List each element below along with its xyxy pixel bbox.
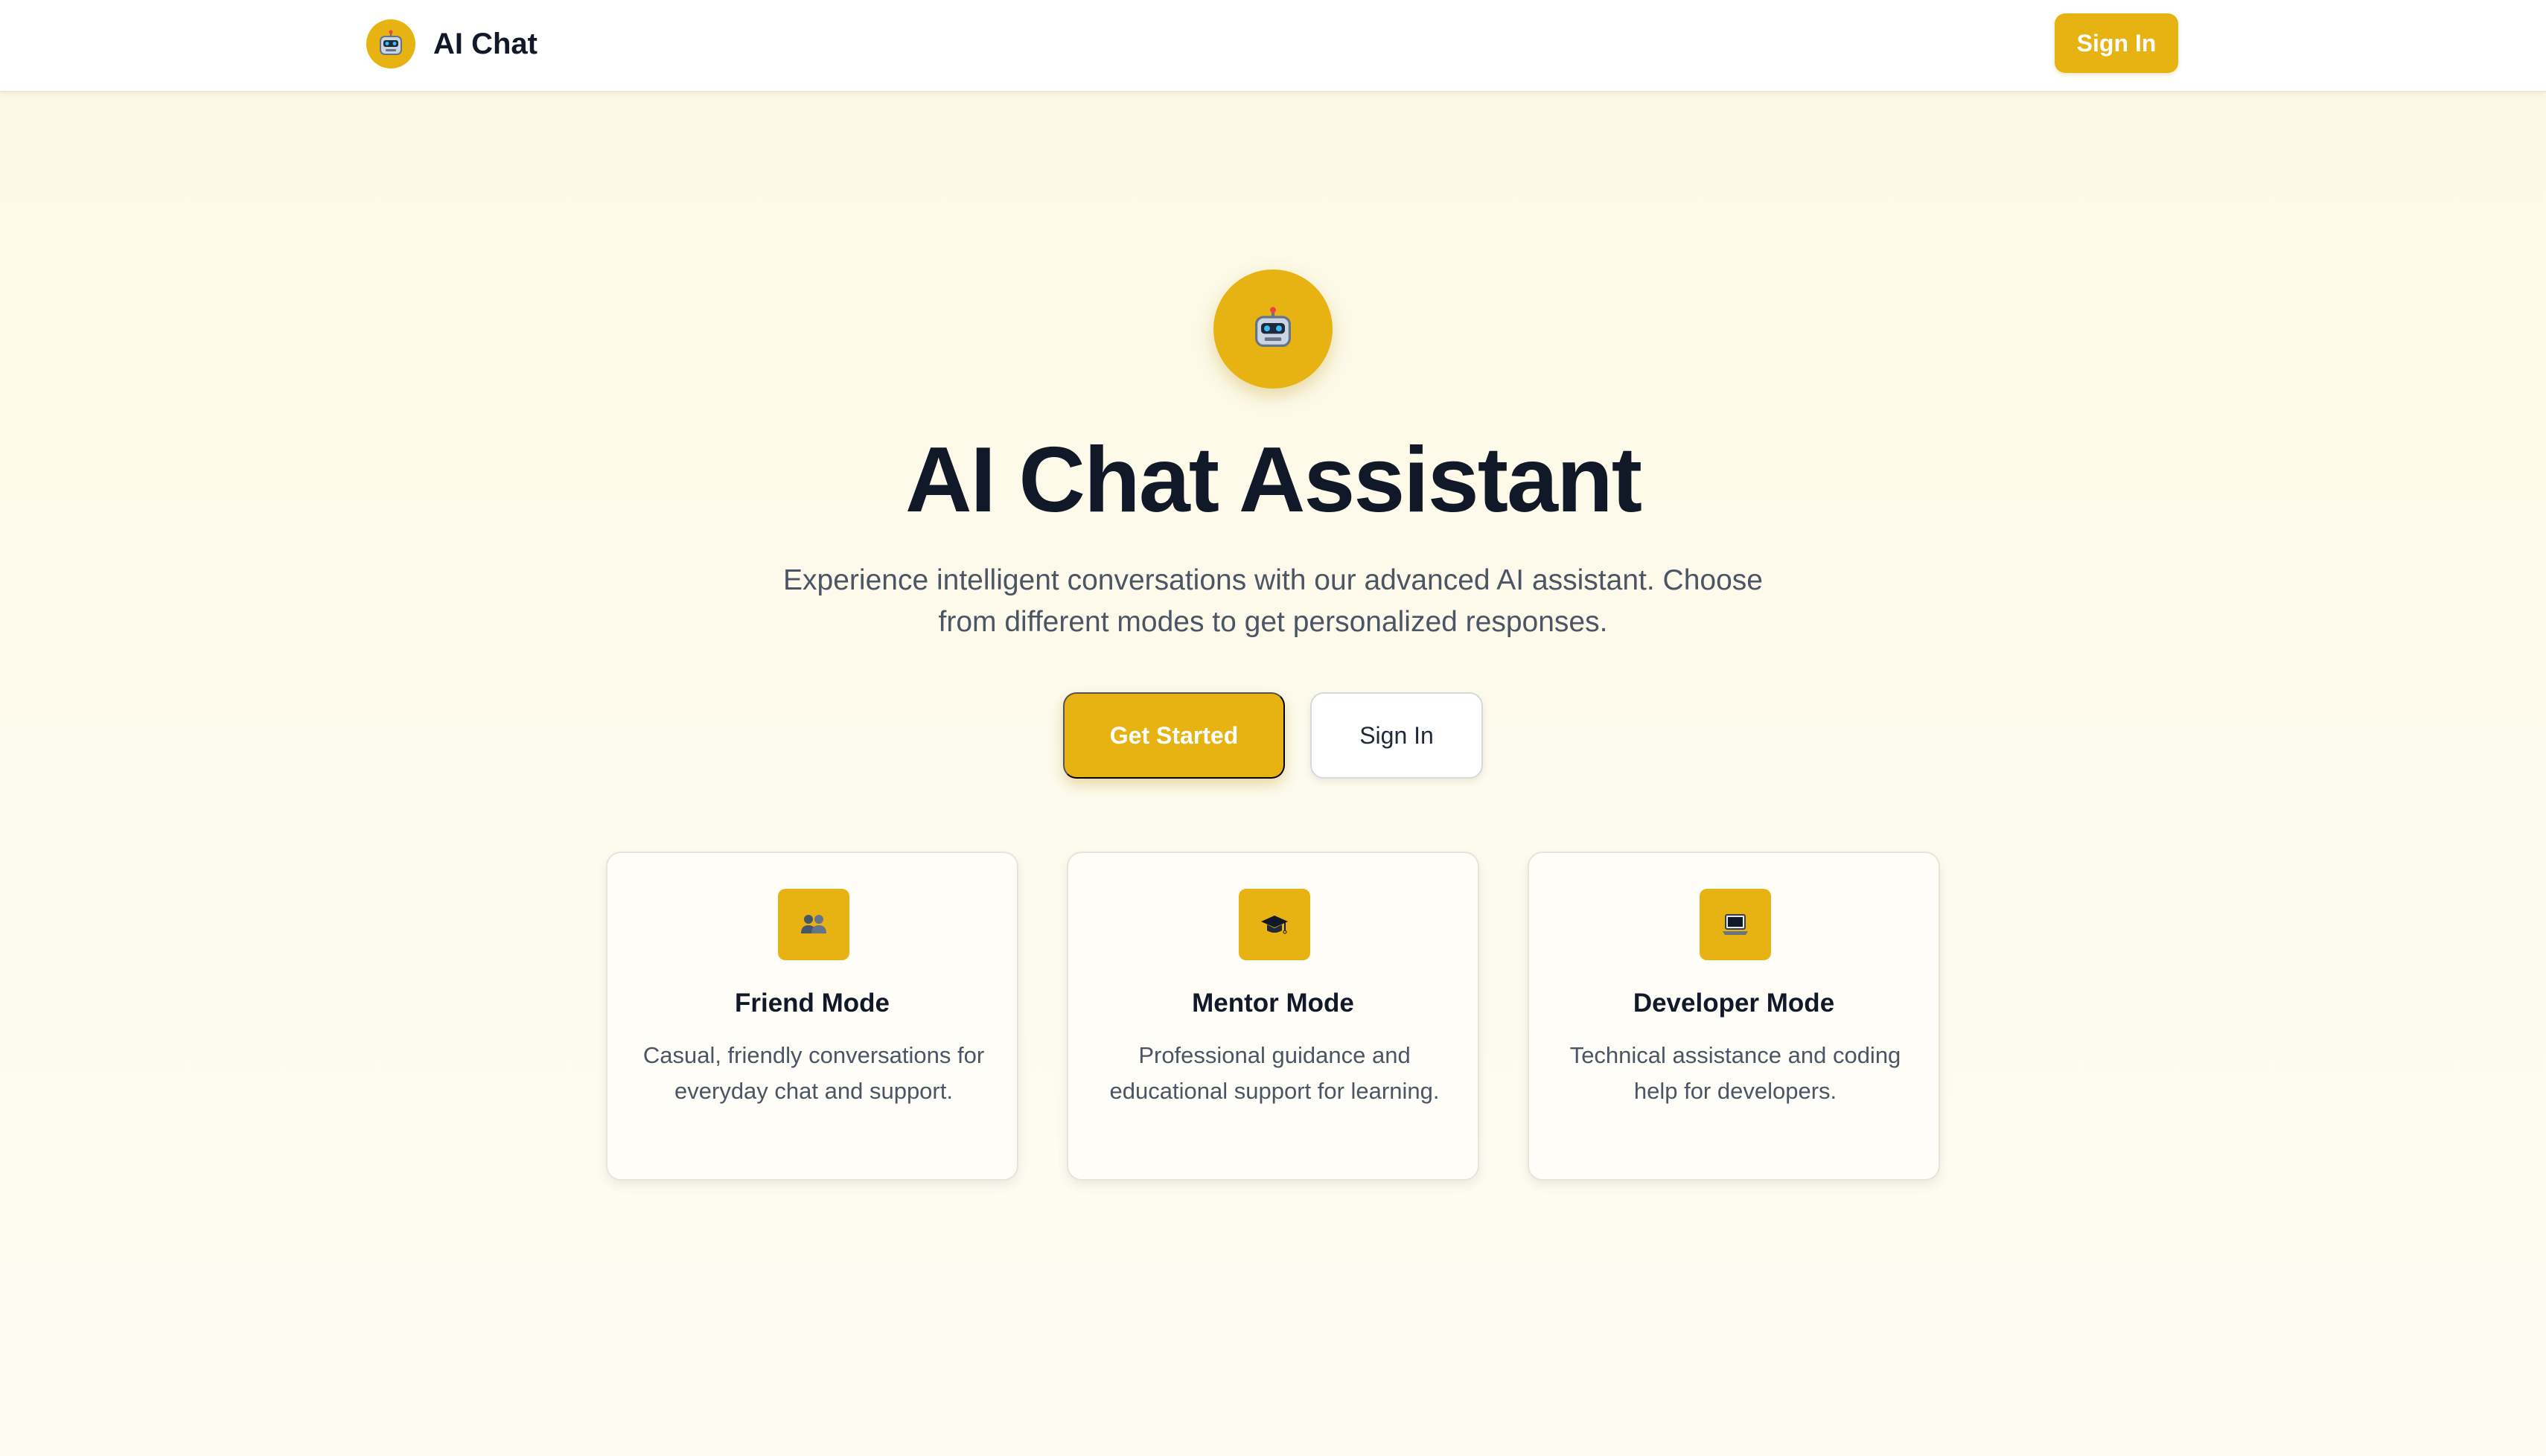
mode-description: Technical assistance and coding help for… [1569,1042,1901,1104]
mode-description: Professional guidance and educational su… [1109,1042,1440,1104]
landing-page: AI Chat Sign In AI Chat Assistant Experi… [0,0,2546,1456]
robot-icon [1213,269,1333,389]
mode-title: Developer Mode [1633,989,1835,1018]
mode-card-mentor[interactable]: Mentor Mode Professional guidance and ed… [1067,852,1479,1181]
robot-icon [366,19,415,68]
hero-subtitle: Experience intelligent conversations wit… [783,564,1763,638]
brand-name: AI Chat [433,27,537,60]
page-title: AI Chat Assistant [904,429,1642,531]
top-nav: AI Chat Sign In [0,0,2546,92]
get-started-button[interactable]: Get Started [1063,692,1285,779]
hero-sign-in-button[interactable]: Sign In [1310,692,1483,779]
mode-card-friend[interactable]: Friend Mode Casual, friendly conversatio… [606,852,1018,1181]
header-sign-in-button[interactable]: Sign In [2055,13,2178,73]
laptop-icon [1700,889,1771,960]
mode-title: Mentor Mode [1192,989,1354,1018]
graduation-cap-icon [1239,889,1310,960]
brand[interactable]: AI Chat [366,19,537,68]
mode-card-developer[interactable]: Developer Mode Technical assistance and … [1528,852,1940,1181]
mode-description: Casual, friendly conversations for every… [642,1042,985,1104]
people-icon [778,889,849,960]
mode-title: Friend Mode [734,989,890,1018]
